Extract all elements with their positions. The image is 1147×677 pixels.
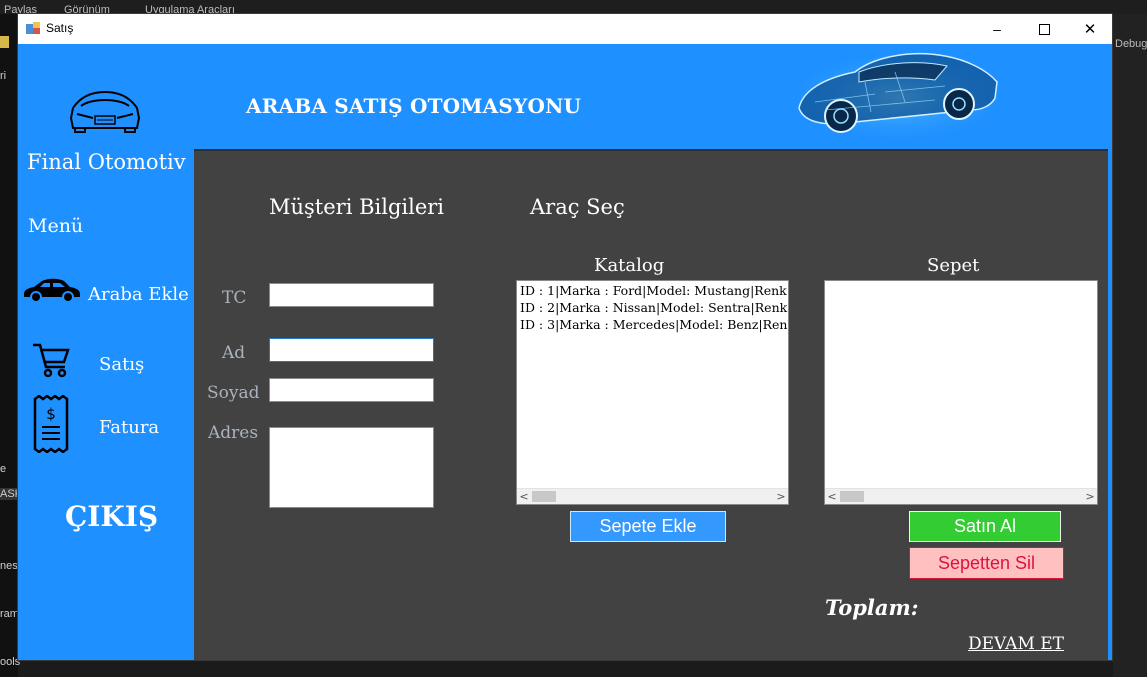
address-input[interactable] <box>269 427 434 508</box>
nav-item-add-car[interactable]: Araba Ekle <box>21 276 193 316</box>
minimize-icon: – <box>993 21 1001 37</box>
sales-window: Satış – ✕ ARABA SATIŞ OTOMASYONU Final O… <box>17 13 1113 661</box>
nav-label-sales: Satış <box>99 354 145 375</box>
total-label: Toplam: <box>825 595 919 620</box>
nav-item-invoice[interactable]: $ Fatura <box>31 395 193 455</box>
title-bar: Satış – ✕ <box>18 14 1112 44</box>
continue-link[interactable]: DEVAM ET <box>968 634 1064 654</box>
content-panel: Müşteri Bilgileri Araç Seç TC Ad Soyad A… <box>194 149 1108 660</box>
surname-label: Soyad <box>207 383 260 403</box>
maximize-icon <box>1038 23 1050 35</box>
list-item[interactable]: ID : 2|Marka : Nissan|Model: Sentra|Renk <box>517 299 788 316</box>
scroll-thumb[interactable] <box>532 491 556 502</box>
bg-fragment: e <box>0 463 7 475</box>
brand-name: Final Otomotiv <box>27 150 186 174</box>
background-left-pane: ri e ASKI nes ram ools <box>0 14 26 677</box>
close-icon: ✕ <box>1083 21 1097 38</box>
cart-title: Sepet <box>927 255 980 276</box>
name-label: Ad <box>222 343 246 363</box>
folder-icon <box>0 36 9 48</box>
menu-label: Menü <box>28 215 84 237</box>
customer-section-title: Müşteri Bilgileri <box>269 195 445 219</box>
bg-fragment: nes <box>0 560 18 572</box>
vehicle-section-title: Araç Seç <box>530 195 625 219</box>
cart-listbox[interactable]: < > <box>824 280 1098 505</box>
remove-from-cart-button[interactable]: Sepetten Sil <box>909 547 1064 579</box>
scroll-left-icon[interactable]: < <box>517 489 531 504</box>
nav-label-invoice: Fatura <box>99 417 160 438</box>
buy-button[interactable]: Satın Al <box>909 511 1061 542</box>
catalog-listbox[interactable]: ID : 1|Marka : Ford|Model: Mustang|Renk … <box>516 280 789 505</box>
scroll-right-icon[interactable]: > <box>774 489 788 504</box>
scroll-left-icon[interactable]: < <box>825 489 839 504</box>
bg-fragment: ri <box>0 70 7 82</box>
exit-button[interactable]: ÇIKIŞ <box>65 500 158 533</box>
tc-input[interactable] <box>269 283 434 307</box>
list-item[interactable]: ID : 3|Marka : Mercedes|Model: Benz|Renk <box>517 316 788 333</box>
nav-item-sales[interactable]: Satış <box>31 339 193 383</box>
surname-input[interactable] <box>269 378 434 402</box>
background-ribbon: Paylaş Görünüm Uygulama Araçları <box>0 0 1147 16</box>
xray-car-illustration-icon <box>798 53 998 139</box>
close-button[interactable]: ✕ <box>1067 14 1112 44</box>
bg-debug-text: Debug <box>1115 38 1147 50</box>
address-label: Adres <box>208 423 259 443</box>
scroll-thumb[interactable] <box>840 491 864 502</box>
window-title: Satış <box>46 21 74 35</box>
minimize-button[interactable]: – <box>974 14 1020 44</box>
svg-text:$: $ <box>46 405 56 423</box>
catalog-items: ID : 1|Marka : Ford|Model: Mustang|Renk … <box>517 282 788 333</box>
header-title: ARABA SATIŞ OTOMASYONU <box>246 94 582 118</box>
background-right-pane: Debug <box>1113 14 1147 677</box>
bg-fragment: ASKI <box>0 488 26 500</box>
receipt-icon: $ <box>33 395 69 453</box>
nav-label-add-car: Araba Ekle <box>88 284 189 305</box>
scroll-right-icon[interactable]: > <box>1083 489 1097 504</box>
car-icon <box>24 278 80 303</box>
add-to-cart-button[interactable]: Sepete Ekle <box>570 511 726 542</box>
list-item[interactable]: ID : 1|Marka : Ford|Model: Mustang|Renk <box>517 282 788 299</box>
tc-label: TC <box>222 288 247 308</box>
app-icon <box>26 22 40 34</box>
catalog-hscrollbar[interactable]: < > <box>517 488 788 504</box>
cart-hscrollbar[interactable]: < > <box>825 488 1097 504</box>
catalog-title: Katalog <box>594 255 665 276</box>
shopping-cart-icon <box>33 343 70 378</box>
sports-car-logo-icon <box>69 90 141 133</box>
name-input[interactable] <box>269 338 434 362</box>
maximize-button[interactable] <box>1021 14 1067 44</box>
